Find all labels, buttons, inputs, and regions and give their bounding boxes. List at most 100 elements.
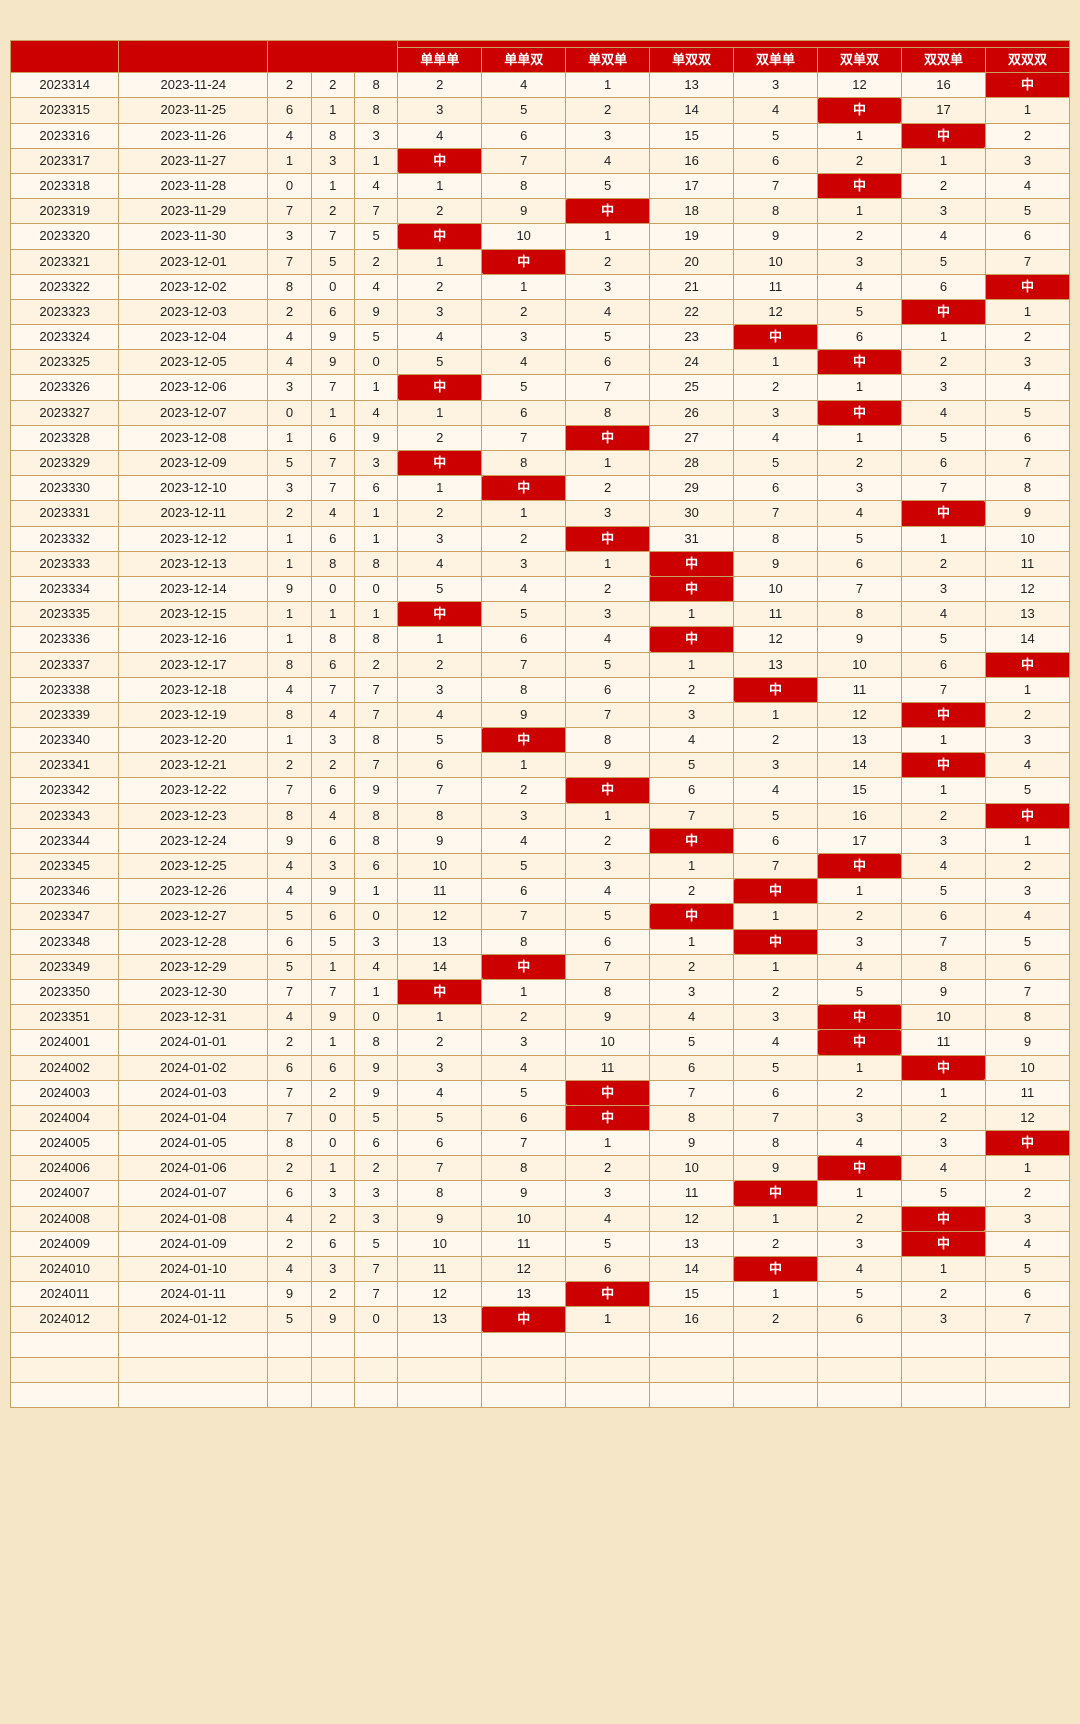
cell-col-0: 13 — [398, 929, 482, 954]
cell-date: 2023-11-30 — [119, 224, 268, 249]
cell-col-6: 6 — [901, 652, 985, 677]
cell-col-0: 1 — [398, 627, 482, 652]
table-row: 20233182023-11-28014185177中24 — [11, 173, 1070, 198]
cell-digit-0: 7 — [268, 1105, 311, 1130]
cell-col-7: 9 — [985, 501, 1069, 526]
cell-col-5: 1 — [818, 375, 902, 400]
cell-col-5: 中 — [818, 1030, 902, 1055]
cell-col-7: 7 — [985, 1307, 1069, 1332]
cell-digit-1: 6 — [311, 778, 354, 803]
table-row: 20240062024-01-06212782109中41 — [11, 1156, 1070, 1181]
table-row: 20233322023-12-1216132中3185110 — [11, 526, 1070, 551]
cell-date: 2023-12-14 — [119, 576, 268, 601]
cell-digit-2: 7 — [354, 702, 397, 727]
cell-col-2: 3 — [566, 274, 650, 299]
cell-col-0: 4 — [398, 1080, 482, 1105]
cell-col-4: 1 — [734, 702, 818, 727]
cell-col-1: 10 — [482, 1206, 566, 1231]
cell-date: 2023-12-18 — [119, 677, 268, 702]
cell-col-6: 3 — [901, 828, 985, 853]
cell-date: 2023-12-04 — [119, 325, 268, 350]
cell-col-5: 15 — [818, 778, 902, 803]
cell-id: 2023348 — [11, 929, 119, 954]
cell-col-4: 1 — [734, 904, 818, 929]
cell-col-2: 中 — [566, 425, 650, 450]
cell-digit-0: 7 — [268, 249, 311, 274]
cell-id: 2023317 — [11, 148, 119, 173]
cell-id: 2023331 — [11, 501, 119, 526]
cell-digit-1: 7 — [311, 476, 354, 501]
cell-digit-0: 1 — [268, 526, 311, 551]
cell-col-1: 2 — [482, 526, 566, 551]
cell-col-3: 5 — [650, 1030, 734, 1055]
cell-id: 2023321 — [11, 249, 119, 274]
cell-col-2: 中 — [566, 1282, 650, 1307]
cell-digit-2: 7 — [354, 1257, 397, 1282]
cell-digit-2: 5 — [354, 1231, 397, 1256]
cell-col-7: 4 — [985, 1231, 1069, 1256]
cell-col-4: 中 — [734, 879, 818, 904]
cell-id: 2023345 — [11, 854, 119, 879]
cell-col-1: 4 — [482, 73, 566, 98]
header-qishu — [11, 41, 119, 73]
cell-col-0: 1 — [398, 400, 482, 425]
cell-col-6: 1 — [901, 728, 985, 753]
cell-col-6: 9 — [901, 979, 985, 1004]
cell-col-0: 11 — [398, 879, 482, 904]
cell-col-4: 13 — [734, 652, 818, 677]
cell-col-2: 1 — [566, 73, 650, 98]
cell-col-6: 中 — [901, 702, 985, 727]
cell-digit-0: 4 — [268, 1206, 311, 1231]
cell-date: 2024-01-10 — [119, 1257, 268, 1282]
cell-col-0: 2 — [398, 501, 482, 526]
cell-date: 2023-12-28 — [119, 929, 268, 954]
cell-digit-0: 8 — [268, 652, 311, 677]
table-row: 20240112024-01-119271213中151526 — [11, 1282, 1070, 1307]
cell-col-5: 2 — [818, 148, 902, 173]
cell-col-0: 6 — [398, 1131, 482, 1156]
cell-col-0: 2 — [398, 274, 482, 299]
cell-col-7: 2 — [985, 702, 1069, 727]
cell-col-1: 中 — [482, 728, 566, 753]
cell-col-6: 中 — [901, 1206, 985, 1231]
table-row: 20233242023-12-0449543523中612 — [11, 325, 1070, 350]
cell-col-0: 11 — [398, 1257, 482, 1282]
table-row: 20233382023-12-184773862中1171 — [11, 677, 1070, 702]
cell-col-7: 1 — [985, 677, 1069, 702]
cell-col-0: 2 — [398, 73, 482, 98]
cell-col-2: 中 — [566, 199, 650, 224]
cell-col-3: 2 — [650, 879, 734, 904]
cell-col-5: 2 — [818, 224, 902, 249]
cell-col-6: 中 — [901, 1055, 985, 1080]
cell-col-6: 中 — [901, 123, 985, 148]
cell-id: 2024004 — [11, 1105, 119, 1130]
cell-id: 2024008 — [11, 1206, 119, 1231]
cell-col-4: 1 — [734, 954, 818, 979]
cell-col-7: 4 — [985, 375, 1069, 400]
header-subtitle — [398, 41, 1070, 48]
cell-digit-0: 0 — [268, 173, 311, 198]
cell-digit-1: 6 — [311, 828, 354, 853]
cell-col-6: 2 — [901, 350, 985, 375]
cell-col-6: 8 — [901, 954, 985, 979]
cell-col-7: 中 — [985, 274, 1069, 299]
cell-id: 2023334 — [11, 576, 119, 601]
cell-col-4: 10 — [734, 576, 818, 601]
cell-col-7: 6 — [985, 1282, 1069, 1307]
cell-date: 2023-11-28 — [119, 173, 268, 198]
cell-col-0: 12 — [398, 904, 482, 929]
cell-col-7: 3 — [985, 1206, 1069, 1231]
cell-digit-2: 1 — [354, 879, 397, 904]
cell-digit-2: 0 — [354, 904, 397, 929]
cell-col-3: 1 — [650, 652, 734, 677]
cell-date: 2023-11-26 — [119, 123, 268, 148]
cell-col-6: 2 — [901, 173, 985, 198]
cell-digit-2: 3 — [354, 451, 397, 476]
cell-col-1: 4 — [482, 350, 566, 375]
cell-col-5: 1 — [818, 1181, 902, 1206]
cell-col-7: 1 — [985, 299, 1069, 324]
cell-digit-0: 0 — [268, 400, 311, 425]
cell-date: 2023-12-29 — [119, 954, 268, 979]
cell-col-2: 5 — [566, 325, 650, 350]
cell-col-5: 5 — [818, 979, 902, 1004]
